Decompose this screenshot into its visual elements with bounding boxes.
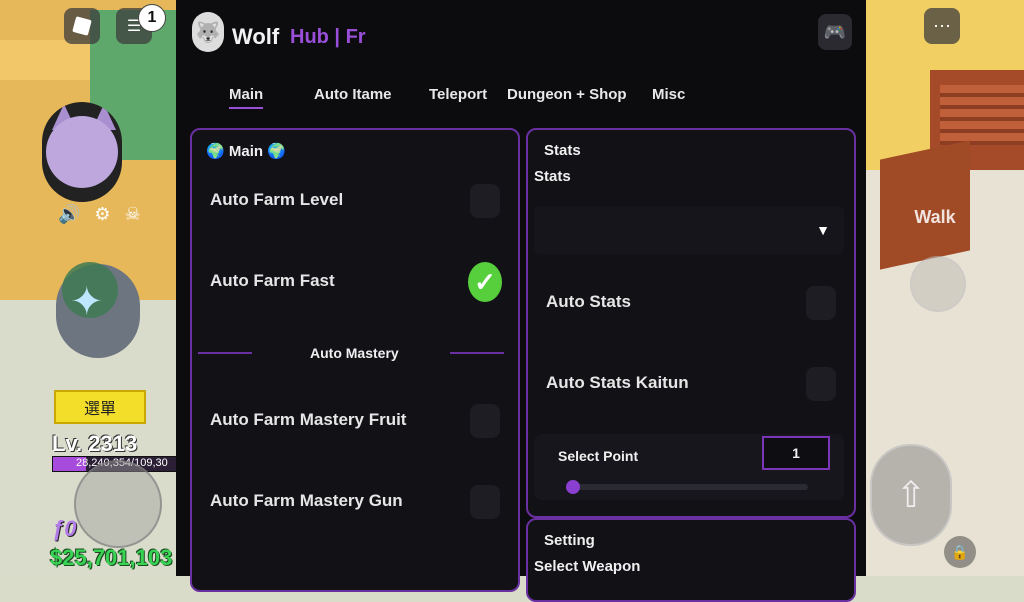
tab-misc[interactable]: Misc [652, 86, 685, 103]
roblox-menu-button[interactable] [64, 8, 100, 44]
game-menu-button[interactable]: 選單 [54, 390, 146, 424]
pirate-icon[interactable]: ☠ [125, 204, 141, 225]
auto-farm-level-toggle[interactable] [470, 184, 500, 218]
window-subtitle: Hub | Fr [290, 26, 366, 48]
jump-button[interactable]: ⇧ [870, 444, 952, 546]
lock-icon: 🔒 [951, 543, 969, 560]
shift-lock-button[interactable]: 🔒 [944, 536, 976, 568]
main-panel: 🌍 Main 🌍 Auto Farm Level Auto Farm Fast … [190, 128, 520, 592]
player-level: Lv. 2313 [52, 431, 138, 456]
auto-farm-mastery-gun-toggle[interactable] [470, 485, 500, 519]
tab-main[interactable]: Main [229, 86, 264, 109]
setting-panel: Setting Select Weapon [526, 518, 856, 602]
arrow-up-icon: ⇧ [895, 474, 927, 515]
select-point-label: Select Point [558, 448, 639, 464]
walk-button[interactable]: Walk [906, 196, 964, 238]
setting-section-title: Setting [544, 532, 595, 549]
sound-icon[interactable]: 🔊 [58, 204, 80, 225]
title-bar[interactable]: 🐺 Wolf Hub | Fr 🎮 [176, 0, 866, 72]
main-section-label: Main [228, 143, 264, 160]
settings-icon[interactable]: ⚙ [94, 204, 110, 225]
caret-down-icon: ▼ [816, 222, 830, 238]
window-title: Wolf [232, 24, 280, 49]
select-point-slider-box: Select Point 1 [534, 434, 844, 500]
fragments-counter: ƒ0 [52, 516, 77, 541]
player-avatar[interactable] [42, 102, 122, 202]
money-counter: $25,701,103 [50, 545, 173, 570]
auto-stats-kaitun-label: Auto Stats Kaitun [546, 373, 689, 392]
select-point-track[interactable] [572, 484, 808, 490]
auto-farm-mastery-fruit-label: Auto Farm Mastery Fruit [210, 410, 407, 429]
auto-farm-level-label: Auto Farm Level [210, 190, 344, 209]
more-options-button[interactable]: ⋯ [924, 8, 960, 44]
discord-button[interactable]: 🎮 [818, 14, 852, 50]
shuriken-icon: ✦ [70, 280, 104, 324]
select-point-knob[interactable] [566, 480, 580, 494]
auto-farm-mastery-gun-label: Auto Farm Mastery Gun [210, 491, 403, 510]
ellipsis-icon: ⋯ [933, 15, 951, 36]
stats-dropdown[interactable]: ▼ [534, 206, 844, 254]
roblox-logo-icon [72, 16, 92, 36]
auto-farm-mastery-fruit-toggle[interactable] [470, 404, 500, 438]
tab-bar: Main Auto Itame Teleport Dungeon + Shop … [176, 86, 866, 110]
auto-farm-fast-toggle[interactable]: ✓ [468, 262, 502, 302]
select-point-input[interactable]: 1 [762, 436, 830, 470]
tab-auto-itame[interactable]: Auto Itame [314, 86, 392, 103]
auto-stats-label: Auto Stats [546, 292, 631, 311]
movement-joystick[interactable] [74, 460, 162, 548]
checkmark-icon: ✓ [474, 266, 496, 297]
wolf-logo-icon: 🐺 [192, 12, 224, 52]
auto-stats-kaitun-toggle[interactable] [806, 367, 836, 401]
stats-dropdown-label: Stats [534, 168, 571, 185]
script-window: 🐺 Wolf Hub | Fr 🎮 Main Auto Itame Telepo… [176, 0, 866, 602]
select-weapon-label: Select Weapon [534, 558, 641, 575]
divider-right [450, 352, 504, 354]
gamepad-icon: 🎮 [823, 21, 847, 42]
globe-icon: 🌍 [267, 143, 286, 160]
auto-mastery-section-label: Auto Mastery [310, 345, 399, 361]
globe-icon: 🌍 [206, 143, 225, 160]
divider-left [198, 352, 252, 354]
tab-teleport[interactable]: Teleport [429, 86, 487, 103]
stats-section-title: Stats [544, 142, 581, 159]
main-section-title: 🌍 Main 🌍 [206, 142, 286, 160]
action-button[interactable] [910, 256, 966, 312]
notification-badge: 1 [138, 4, 166, 32]
tab-dungeon-shop[interactable]: Dungeon + Shop [507, 86, 627, 103]
stats-panel: Stats Stats ▼ Auto Stats Auto Stats Kait… [526, 128, 856, 518]
auto-farm-fast-label: Auto Farm Fast [210, 271, 335, 290]
auto-stats-toggle[interactable] [806, 286, 836, 320]
hud-icon-row: 🔊 ⚙ ☠ [58, 204, 141, 225]
